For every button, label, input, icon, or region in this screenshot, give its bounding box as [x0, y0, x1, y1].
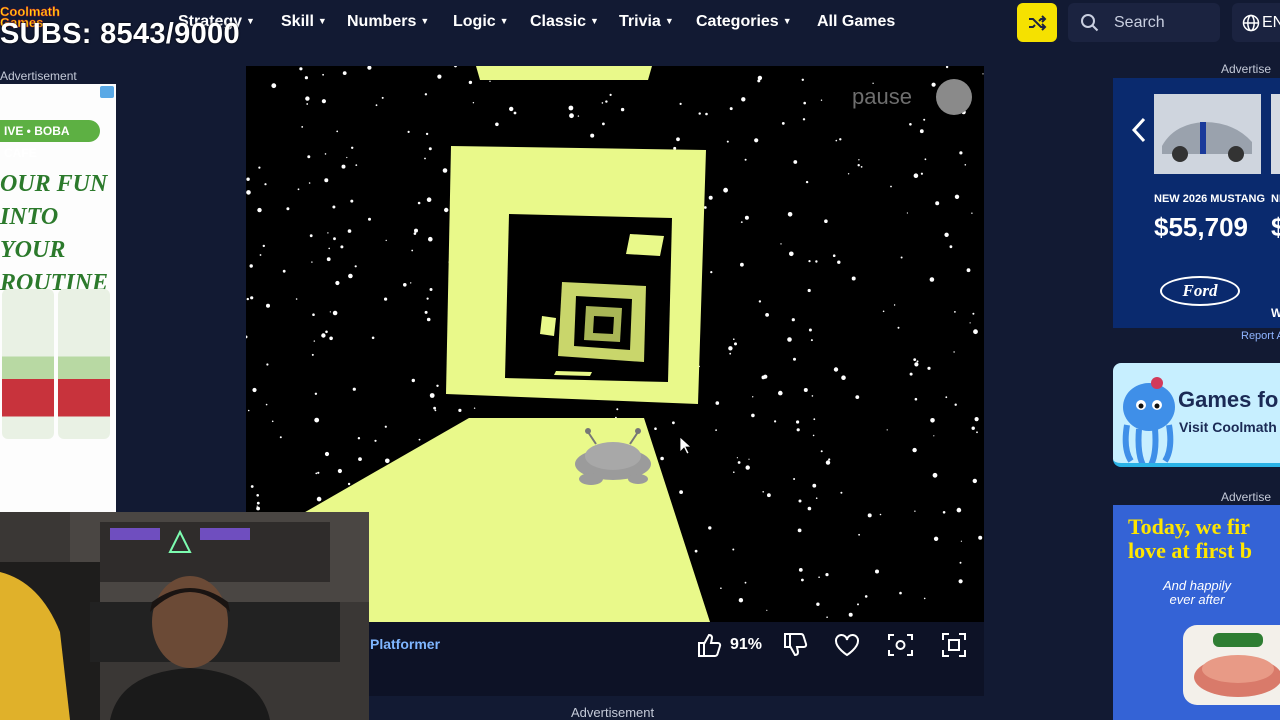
chevron-down-icon: ▼ [590, 16, 599, 26]
webcam-image [0, 512, 369, 720]
game-category-link[interactable]: Platformer [370, 636, 440, 652]
like-percentage: 91% [730, 636, 763, 653]
pause-button[interactable]: pause [852, 84, 912, 110]
ad-label-left: Advertisement [0, 69, 77, 83]
heart-icon[interactable] [833, 632, 861, 658]
ad-product-image [58, 289, 110, 439]
subs-overlay-text: SUBS: 8543/9000 [0, 18, 240, 50]
ad-headline: Today, we fir love at first b [1128, 514, 1253, 563]
promo-subtitle: Visit Coolmath [1179, 419, 1277, 435]
ad-label-right-3: Advertise [1221, 490, 1272, 504]
nav-skill[interactable]: Skill ▼ [281, 13, 327, 31]
nav-classic[interactable]: Classic ▼ [530, 13, 599, 31]
globe-icon [1242, 14, 1260, 32]
random-game-button[interactable] [1017, 3, 1057, 42]
ad-label-bottom: Advertisement [571, 705, 655, 720]
adchoices-icon[interactable] [100, 86, 114, 98]
report-ad-link[interactable]: Report A [1241, 330, 1280, 342]
ad-car-image-next [1271, 94, 1280, 174]
language-selector[interactable]: EN [1232, 3, 1280, 42]
nav-categories[interactable]: Categories ▼ [696, 13, 792, 31]
chevron-down-icon: ▼ [664, 16, 674, 26]
shuffle-icon [1029, 14, 1047, 31]
ad-brand: IVE • BOBA CAFE [0, 120, 100, 160]
carousel-prev-icon[interactable] [1130, 116, 1148, 144]
chevron-down-icon: ▼ [420, 16, 430, 26]
chevron-down-icon: ▼ [782, 16, 792, 26]
nav-trivia[interactable]: Trivia ▼ [619, 13, 674, 31]
ad-car-price-next: $ [1271, 212, 1280, 242]
coolmath-promo-banner[interactable]: Games fo Visit Coolmath [1113, 363, 1280, 467]
ad-extra-text: W [1271, 306, 1280, 320]
thumbs-up-icon[interactable] [696, 632, 722, 658]
mouse-cursor [679, 436, 693, 455]
ad-product-image [1183, 625, 1280, 705]
octopus-mascot-icon [1122, 377, 1175, 463]
ad-car-image [1154, 94, 1261, 174]
search-button[interactable]: Search [1068, 3, 1220, 42]
chevron-down-icon: ▼ [317, 16, 327, 26]
ad-product-image [2, 289, 54, 439]
page: Coolmath Games Strategy ▼ Skill ▼ Numbers ▼… [0, 0, 1280, 720]
chevron-down-icon: ▼ [499, 16, 509, 26]
nav-all-games[interactable]: All Games [817, 13, 895, 31]
pause-indicator[interactable] [936, 79, 972, 115]
thumbs-down-icon[interactable] [782, 632, 808, 658]
ad-car-price: $55,709 [1154, 212, 1248, 242]
ad-tagline: And happily ever after [1163, 578, 1231, 607]
promo-title: Games fo [1178, 387, 1279, 412]
ad-label-right-1: Advertise [1221, 62, 1272, 76]
nav-logic[interactable]: Logic ▼ [453, 13, 509, 31]
nav-numbers[interactable]: Numbers ▼ [347, 13, 429, 31]
webcam-overlay [0, 512, 369, 720]
ad-car-model: NEW 2026 MUSTANG [1154, 193, 1266, 205]
left-advertisement[interactable]: IVE • BOBA CAFE OUR FUN INTO YOUR ROUTIN… [0, 84, 116, 512]
search-icon [1081, 14, 1099, 32]
screenshot-icon[interactable] [887, 632, 914, 658]
right-advertisement-food[interactable]: Today, we fir love at first b And happil… [1113, 505, 1280, 720]
fullscreen-icon[interactable] [941, 632, 967, 658]
ford-logo: Ford [1160, 276, 1240, 306]
ad-copy: OUR FUN INTO YOUR ROUTINE [0, 171, 109, 296]
chevron-down-icon: ▼ [246, 16, 255, 26]
ad-car-model-next: NE [1271, 193, 1280, 205]
